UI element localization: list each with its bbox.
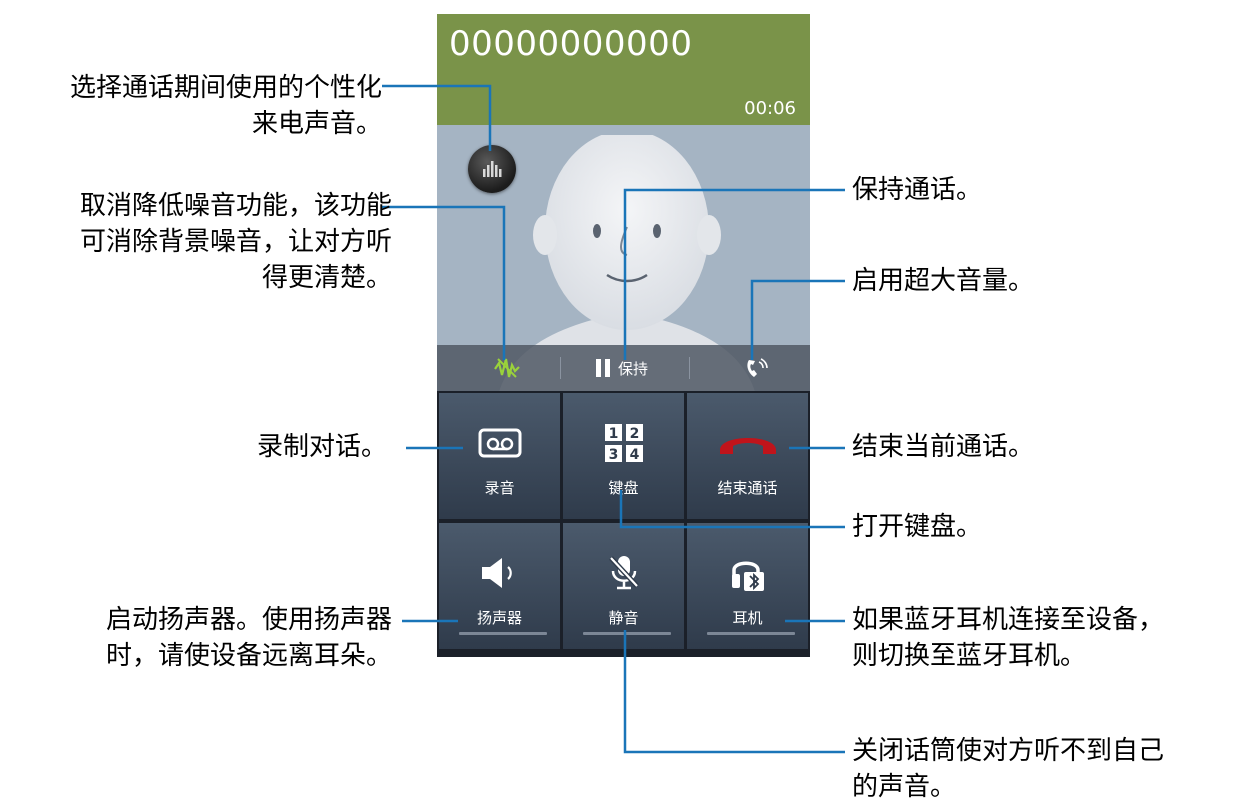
annotation-mute: 关闭话筒使对方听不到自己 的声音。	[852, 733, 1164, 805]
annotation-line: 关闭话筒使对方听不到自己	[852, 736, 1165, 766]
annotation-line: 得更清楚。	[261, 263, 392, 293]
annotation-line: 启用超大音量。	[852, 266, 1035, 296]
annotation-speaker: 启动扬声器。使用扬声器 时，请使设备远离耳朵。	[106, 602, 392, 674]
annotation-line: 录制对话。	[256, 432, 387, 462]
annotation-extra-volume: 启用超大音量。	[852, 263, 1034, 299]
annotation-bluetooth: 如果蓝牙耳机连接至设备， 则切换至蓝牙耳机。	[852, 602, 1164, 674]
annotation-line: 时，请使设备远离耳朵。	[105, 641, 392, 671]
annotation-line: 选择通话期间使用的个性化	[69, 73, 382, 103]
annotation-keypad: 打开键盘。	[852, 509, 982, 545]
annotation-line: 来电声音。	[251, 109, 382, 139]
annotation-line: 则切换至蓝牙耳机。	[852, 641, 1087, 671]
annotation-record: 录制对话。	[257, 429, 387, 465]
annotation-line: 取消降低噪音功能，该功能	[79, 191, 392, 221]
annotation-noise-reduction: 取消降低噪音功能，该功能 可消除背景噪音，让对方听 得更清楚。	[80, 188, 392, 296]
annotation-line: 可消除背景噪音，让对方听	[79, 227, 392, 257]
annotation-line: 的声音。	[852, 772, 957, 802]
annotation-line: 打开键盘。	[852, 512, 983, 542]
annotation-line: 如果蓝牙耳机连接至设备，	[852, 605, 1165, 635]
annotation-hold: 保持通话。	[852, 172, 982, 208]
annotation-line: 结束当前通话。	[852, 432, 1035, 462]
annotation-sound: 选择通话期间使用的个性化 来电声音。	[70, 70, 382, 142]
annotation-line: 保持通话。	[852, 175, 983, 205]
annotation-line: 启动扬声器。使用扬声器	[105, 605, 392, 635]
annotation-end-call: 结束当前通话。	[852, 429, 1034, 465]
